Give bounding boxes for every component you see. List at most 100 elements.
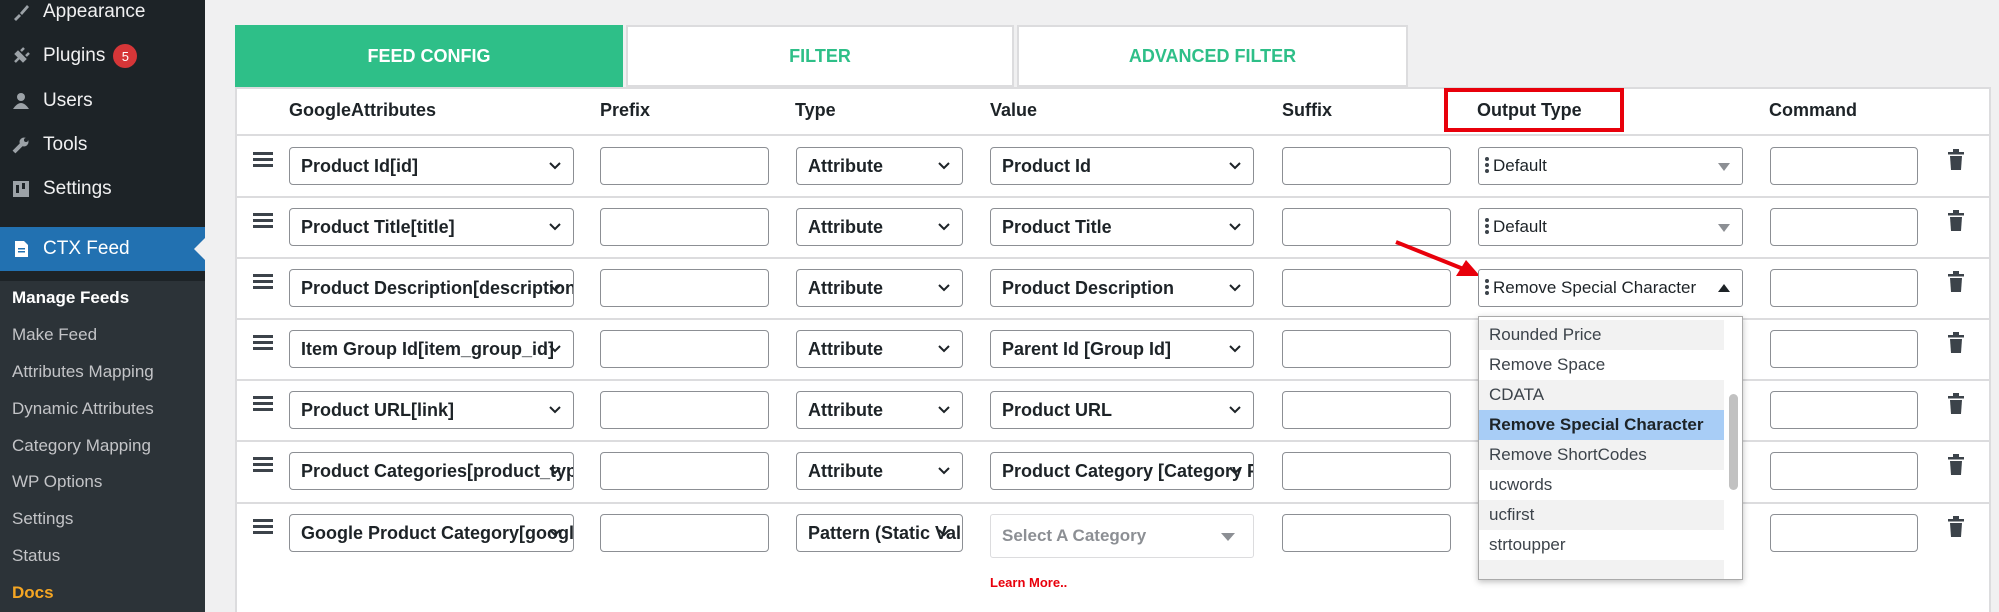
submenu-wp-options[interactable]: WP Options xyxy=(12,472,102,492)
command-input[interactable] xyxy=(1770,269,1918,307)
prefix-input[interactable] xyxy=(600,330,769,368)
suffix-input[interactable] xyxy=(1282,147,1451,185)
dropdown-option-selected[interactable]: Remove Special Character xyxy=(1479,410,1724,440)
drag-handle-icon[interactable] xyxy=(253,152,273,168)
caret-down-icon xyxy=(1718,224,1730,232)
dropdown-option[interactable]: ucfirst xyxy=(1479,500,1724,530)
select-value: Attribute xyxy=(808,461,883,481)
command-input[interactable] xyxy=(1770,452,1918,490)
submenu-docs[interactable]: Docs xyxy=(12,583,54,603)
menu-tools[interactable]: Tools xyxy=(0,123,205,167)
dropdown-option[interactable]: Remove ShortCodes xyxy=(1479,440,1724,470)
dropdown-option[interactable] xyxy=(1479,560,1724,579)
drag-handle-icon[interactable] xyxy=(253,335,273,351)
red-pointer-arrow-icon xyxy=(1395,240,1480,276)
dropdown-option[interactable]: Rounded Price xyxy=(1479,320,1724,350)
type-select[interactable]: Attribute xyxy=(796,269,963,307)
drag-handle-icon[interactable] xyxy=(253,274,273,290)
trash-icon[interactable] xyxy=(1947,393,1965,415)
suffix-input[interactable] xyxy=(1282,330,1451,368)
trash-icon[interactable] xyxy=(1947,332,1965,354)
google-attribute-select[interactable]: Product Title[title] xyxy=(289,208,574,246)
caret-down-icon xyxy=(1221,533,1235,541)
command-input[interactable] xyxy=(1770,514,1918,552)
google-attribute-select[interactable]: Product Categories[product_type] xyxy=(289,452,574,490)
output-type-select[interactable]: Default xyxy=(1478,147,1743,185)
menu-settings[interactable]: Settings xyxy=(0,167,205,211)
ctx-feed-submenu: Manage Feeds Make Feed Attributes Mappin… xyxy=(0,281,205,612)
output-type-select-open[interactable]: Remove Special Character xyxy=(1478,269,1743,307)
command-input[interactable] xyxy=(1770,208,1918,246)
tab-filter[interactable]: FILTER xyxy=(626,25,1014,87)
command-input[interactable] xyxy=(1770,147,1918,185)
submenu-status[interactable]: Status xyxy=(12,546,60,566)
drag-dots-icon xyxy=(1485,157,1489,177)
type-select[interactable]: Attribute xyxy=(796,452,963,490)
suffix-input[interactable] xyxy=(1282,391,1451,429)
category-select[interactable]: Select A Category xyxy=(990,514,1254,558)
type-select[interactable]: Attribute xyxy=(796,391,963,429)
submenu-make-feed[interactable]: Make Feed xyxy=(12,325,97,345)
submenu-category-mapping[interactable]: Category Mapping xyxy=(12,436,151,456)
trash-icon[interactable] xyxy=(1947,271,1965,293)
trash-icon[interactable] xyxy=(1947,149,1965,171)
prefix-input[interactable] xyxy=(600,208,769,246)
value-select[interactable]: Product Category [Category Path] xyxy=(990,452,1254,490)
menu-users[interactable]: Users xyxy=(0,79,205,123)
drag-handle-icon[interactable] xyxy=(253,457,273,473)
value-select[interactable]: Product Description xyxy=(990,269,1254,307)
value-select[interactable]: Product Title xyxy=(990,208,1254,246)
row-divider xyxy=(237,196,1989,198)
chevron-down-icon xyxy=(938,406,950,414)
output-type-select[interactable]: Default xyxy=(1478,208,1743,246)
submenu-manage-feeds[interactable]: Manage Feeds xyxy=(12,288,129,308)
trash-icon[interactable] xyxy=(1947,210,1965,232)
dropdown-option[interactable]: ucwords xyxy=(1479,470,1724,500)
type-select[interactable]: Attribute xyxy=(796,147,963,185)
command-input[interactable] xyxy=(1770,391,1918,429)
type-select[interactable]: Attribute xyxy=(796,330,963,368)
dropdown-scrollbar[interactable] xyxy=(1729,394,1738,490)
drag-handle-icon[interactable] xyxy=(253,396,273,412)
submenu-settings[interactable]: Settings xyxy=(12,509,73,529)
suffix-input[interactable] xyxy=(1282,514,1451,552)
command-input[interactable] xyxy=(1770,330,1918,368)
value-select[interactable]: Product URL xyxy=(990,391,1254,429)
suffix-input[interactable] xyxy=(1282,452,1451,490)
submenu-attributes-mapping[interactable]: Attributes Mapping xyxy=(12,362,154,382)
drag-handle-icon[interactable] xyxy=(253,213,273,229)
menu-appearance[interactable]: Appearance xyxy=(0,0,205,34)
dropdown-option[interactable]: CDATA xyxy=(1479,380,1724,410)
prefix-input[interactable] xyxy=(600,514,769,552)
learn-more-link[interactable]: Learn More.. xyxy=(990,575,1067,590)
select-value: Attribute xyxy=(808,278,883,298)
google-attribute-select[interactable]: Product Description[description] xyxy=(289,269,574,307)
chevron-down-icon xyxy=(938,529,950,537)
tab-advanced-filter[interactable]: ADVANCED FILTER xyxy=(1017,25,1408,87)
google-attribute-select[interactable]: Product Id[id] xyxy=(289,147,574,185)
chevron-down-icon xyxy=(549,223,561,231)
prefix-input[interactable] xyxy=(600,147,769,185)
prefix-input[interactable] xyxy=(600,269,769,307)
trash-icon[interactable] xyxy=(1947,454,1965,476)
select-value: Product Category [Category Path] xyxy=(1002,461,1253,481)
select-value: Product Id xyxy=(1002,156,1091,176)
prefix-input[interactable] xyxy=(600,391,769,429)
tab-feed-config[interactable]: FEED CONFIG xyxy=(235,25,623,87)
drag-handle-icon[interactable] xyxy=(253,519,273,535)
dropdown-option[interactable]: strtoupper xyxy=(1479,530,1724,560)
type-select[interactable]: Pattern (Static Value) xyxy=(796,514,963,552)
dropdown-option[interactable]: Remove Space xyxy=(1479,350,1724,380)
google-attribute-select[interactable]: Item Group Id[item_group_id] xyxy=(289,330,574,368)
value-select[interactable]: Parent Id [Group Id] xyxy=(990,330,1254,368)
submenu-dynamic-attributes[interactable]: Dynamic Attributes xyxy=(12,399,154,419)
value-select[interactable]: Product Id xyxy=(990,147,1254,185)
chevron-down-icon xyxy=(938,467,950,475)
type-select[interactable]: Attribute xyxy=(796,208,963,246)
menu-plugins[interactable]: Plugins 5 xyxy=(0,34,205,78)
trash-icon[interactable] xyxy=(1947,516,1965,538)
google-attribute-select[interactable]: Product URL[link] xyxy=(289,391,574,429)
prefix-input[interactable] xyxy=(600,452,769,490)
menu-ctx-feed[interactable]: CTX Feed xyxy=(0,227,206,271)
google-attribute-select[interactable]: Google Product Category[google_product_c… xyxy=(289,514,574,552)
